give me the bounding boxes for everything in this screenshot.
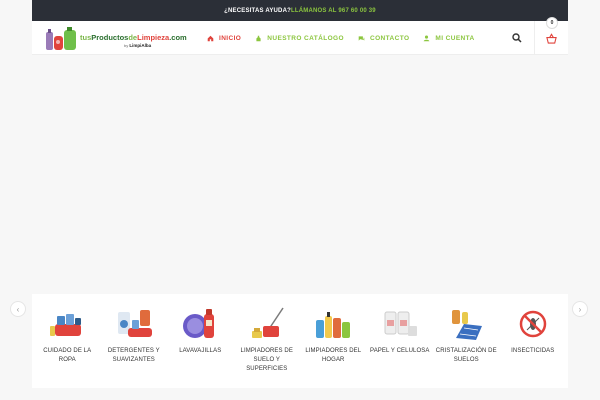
dishwash-icon [183, 309, 215, 338]
category-detergentes[interactable]: DETERGENTES Y SUAVIZANTES [103, 294, 165, 388]
cart-count-badge: 0 [546, 17, 558, 29]
floor-crystal-icon [452, 310, 483, 340]
site-logo[interactable]: tusProductosdeLimpieza.com by LimpiAlba [44, 26, 187, 52]
category-limpiadores-suelo[interactable]: LIMPIADORES DE SUELO Y SUPERFICIES [236, 294, 298, 388]
search-icon[interactable] [512, 33, 522, 43]
mop-icon [251, 307, 284, 338]
category-limpiadores-hogar[interactable]: LIMPIADORES DEL HOGAR [302, 294, 364, 388]
bottle-icon [256, 35, 261, 41]
logo-byline: by LimpiAlba [124, 43, 152, 48]
header: tusProductosdeLimpieza.com by LimpiAlba … [32, 17, 568, 55]
logo-bottles-icon [46, 27, 76, 50]
nav-item-catalogo[interactable]: NUESTRO CATÁLOGO [255, 35, 344, 42]
home-cleaner-icon [316, 312, 351, 338]
chevron-left-icon: ‹ [16, 304, 20, 314]
help-question: ¿NECESITAS AYUDA? [224, 7, 291, 14]
main-nav: INICIO NUESTRO CATÁLOGO CONTACTO MI CUEN… [207, 21, 475, 55]
category-papel-celulosa[interactable]: PAPEL Y CELULOSA [369, 294, 431, 388]
nav-item-inicio[interactable]: INICIO [207, 35, 241, 42]
carousel-prev-button[interactable]: ‹ [10, 301, 26, 317]
laundry-icon [50, 314, 82, 336]
top-bar: ¿NECESITAS AYUDA? LLÁMANOS AL 967 60 00 … [32, 0, 568, 21]
user-icon [424, 35, 430, 41]
category-insecticidas[interactable]: INSECTICIDAS [502, 294, 564, 388]
category-cristalizacion[interactable]: CRISTALIZACIÓN DE SUELOS [435, 294, 497, 388]
category-lavavajillas[interactable]: LAVAVAJILLAS [169, 294, 231, 388]
nav-item-mi-cuenta[interactable]: MI CUENTA [423, 35, 474, 42]
carousel-next-button[interactable]: › [572, 301, 588, 317]
basket-icon [546, 32, 557, 44]
house-icon [207, 35, 214, 41]
detergent-icon [117, 310, 152, 337]
insect-icon [519, 310, 546, 338]
category-carousel: CUIDADO DE LA ROPA DETERGENTES Y SUAVIZA… [32, 294, 568, 388]
chevron-right-icon: › [578, 304, 582, 314]
help-phone[interactable]: LLÁMANOS AL 967 60 00 39 [291, 8, 376, 14]
cart-button[interactable]: 0 [534, 17, 568, 55]
logo-wordmark: tusProductosdeLimpieza.com [80, 33, 187, 42]
nav-item-contacto[interactable]: CONTACTO [358, 35, 409, 42]
chat-icon [358, 35, 365, 41]
paper-roll-icon [384, 311, 417, 336]
category-cuidado-ropa[interactable]: CUIDADO DE LA ROPA [36, 294, 98, 388]
